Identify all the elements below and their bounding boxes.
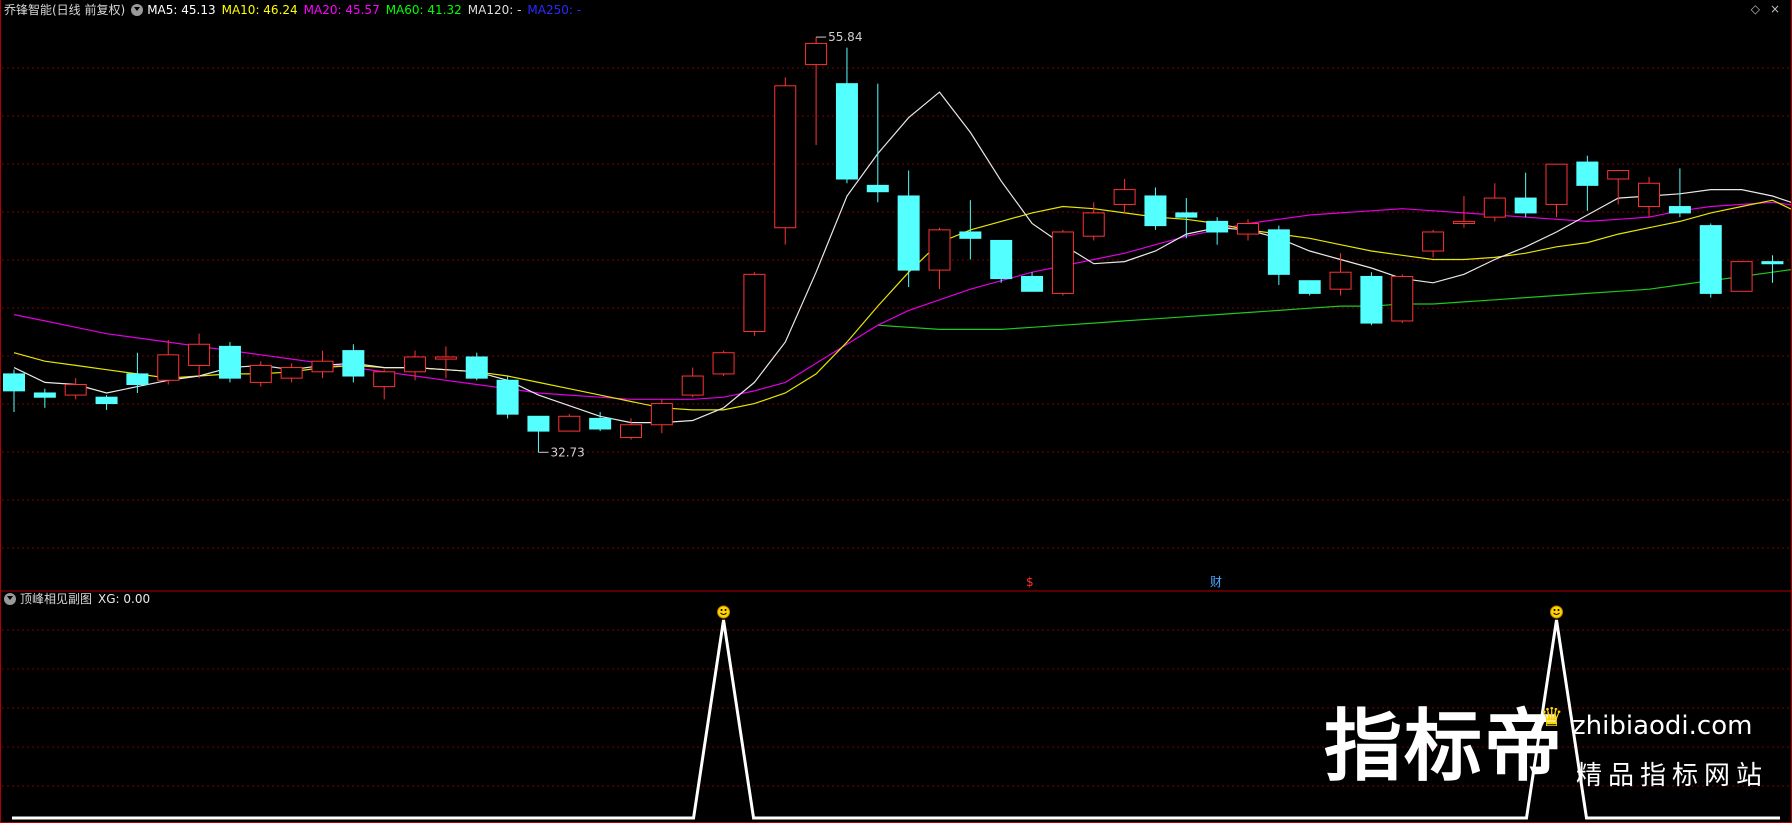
candle-body	[1545, 163, 1568, 205]
candle-body	[1576, 161, 1599, 186]
candle-body	[1206, 220, 1229, 233]
smiley-icon	[1550, 605, 1563, 619]
watermark-tagline: 精品指标网站	[1576, 761, 1769, 791]
watermark-url: zhibiaodi.com	[1572, 711, 1753, 741]
candle-body	[1175, 212, 1198, 218]
candle-body	[1422, 231, 1445, 252]
candle-body	[1267, 229, 1290, 275]
candle-body	[589, 417, 612, 430]
candle-body	[1144, 195, 1167, 227]
candle-body	[311, 360, 334, 373]
candle-body	[959, 231, 982, 239]
crown-icon: ♛	[1540, 703, 1564, 733]
candle-body	[1638, 182, 1661, 208]
candle-body	[126, 373, 149, 386]
smiley-eye	[1557, 609, 1560, 611]
candle-body	[620, 424, 642, 438]
candle-body	[1082, 212, 1105, 237]
candle-body	[342, 350, 365, 377]
candle-body	[897, 195, 920, 271]
candle-body	[465, 356, 488, 379]
candle-body	[1607, 170, 1630, 180]
candle-body	[218, 345, 241, 379]
candle-body	[188, 343, 211, 366]
candle-body	[1699, 225, 1722, 294]
candle-body	[33, 392, 56, 398]
high-price-label: 55.84	[828, 30, 862, 44]
event-marker-finance: 财	[1210, 575, 1222, 589]
candle-body	[1298, 280, 1321, 294]
candle-body	[558, 415, 581, 432]
candle-body	[95, 396, 118, 405]
candle-body	[1514, 197, 1537, 214]
candle-body	[743, 273, 766, 333]
candle-body	[866, 184, 889, 193]
candle-body	[404, 356, 427, 373]
watermark: 指标帝 ♛ zhibiaodi.com 精品指标网站	[1324, 697, 1774, 797]
candlestick-chart[interactable]: 55.84 32.73 $ 财	[0, 0, 1792, 592]
candle-body	[805, 42, 828, 66]
candle-body	[157, 354, 180, 381]
low-price-label: 32.73	[550, 445, 584, 459]
candle-body	[1113, 189, 1136, 205]
candle-body	[1051, 231, 1074, 294]
candle-body	[990, 239, 1013, 280]
candle-body	[1483, 197, 1506, 218]
smiley-icon	[717, 605, 731, 619]
smiley-eye	[724, 609, 727, 611]
event-marker-dollar: $	[1026, 575, 1034, 589]
watermark-brand: 指标帝	[1324, 702, 1565, 792]
candle-body	[712, 352, 735, 375]
candle-body	[1761, 261, 1784, 265]
candle-body	[373, 371, 396, 388]
candle-body	[1730, 261, 1753, 292]
candle-body	[64, 384, 87, 396]
candle-body	[928, 229, 951, 271]
candle-body	[280, 367, 303, 379]
candle-body	[1668, 206, 1691, 214]
candle-body	[527, 415, 550, 432]
candle-body	[1329, 271, 1352, 290]
candle-body	[1452, 220, 1475, 224]
smiley-eye	[720, 609, 723, 611]
stock-chart-app: 乔锋智能(日线 前复权) MA5: 45.13 MA10: 46.24 MA20: …	[0, 0, 1792, 823]
candle-body	[681, 375, 704, 396]
candle-body	[650, 403, 673, 426]
candle-body	[249, 364, 272, 383]
candle-body	[835, 83, 858, 180]
smiley-eye	[1553, 609, 1556, 611]
candle-body	[1237, 222, 1259, 235]
candle-body	[1391, 275, 1414, 322]
frame-left	[0, 0, 1, 823]
candle-body	[774, 85, 797, 229]
candle-body	[3, 373, 25, 392]
candle-body	[434, 356, 457, 360]
candle-body	[496, 379, 519, 415]
candle-body	[1021, 275, 1044, 292]
candle-body	[1360, 275, 1383, 324]
